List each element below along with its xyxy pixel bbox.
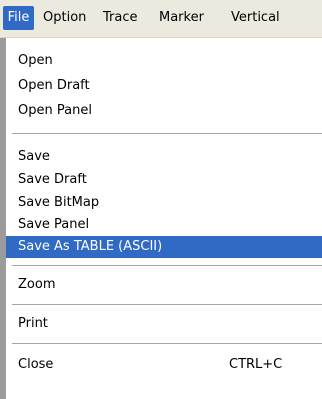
menu-file[interactable]: File xyxy=(3,6,34,30)
menu-marker[interactable]: Marker xyxy=(159,6,204,30)
menu-item-open-draft[interactable]: Open Draft xyxy=(6,75,322,97)
menu-item-print[interactable]: Print xyxy=(6,313,322,335)
menu-item-open-panel[interactable]: Open Panel xyxy=(6,100,322,122)
menu-item-save-panel[interactable]: Save Panel xyxy=(6,214,322,236)
application-window: File Option Trace Marker Vertical Open O… xyxy=(0,0,322,399)
menu-separator xyxy=(12,343,322,344)
menu-item-label: Close xyxy=(18,357,54,372)
menu-separator xyxy=(12,304,322,305)
menu-item-label: Save Panel xyxy=(18,217,90,232)
menu-separator xyxy=(12,265,322,266)
file-menu-dropdown: Open Open Draft Open Panel Save Save Dra… xyxy=(0,38,322,399)
menu-item-save-bitmap[interactable]: Save BitMap xyxy=(6,192,322,214)
menu-item-shortcut: CTRL+C xyxy=(229,357,283,372)
menu-item-save[interactable]: Save xyxy=(6,146,322,168)
menu-bar: File Option Trace Marker Vertical xyxy=(0,0,322,38)
menu-item-label: Save xyxy=(18,149,50,164)
menu-item-label: Save Draft xyxy=(18,172,87,187)
menu-item-label: Zoom xyxy=(18,277,56,292)
menu-option[interactable]: Option xyxy=(43,6,86,30)
menu-item-zoom[interactable]: Zoom xyxy=(6,274,322,296)
menu-item-label: Save As TABLE (ASCII) xyxy=(18,239,163,254)
menu-trace[interactable]: Trace xyxy=(103,6,138,30)
menu-item-save-draft[interactable]: Save Draft xyxy=(6,169,322,191)
menu-item-label: Open Panel xyxy=(18,103,92,118)
menu-item-close[interactable]: Close CTRL+C xyxy=(6,354,322,376)
menu-item-label: Open Draft xyxy=(18,78,90,93)
menu-separator xyxy=(12,133,322,134)
menu-item-label: Print xyxy=(18,316,48,331)
menu-item-save-as-table[interactable]: Save As TABLE (ASCII) xyxy=(6,236,322,258)
menu-item-label: Save BitMap xyxy=(18,195,100,210)
menu-vertical[interactable]: Vertical xyxy=(231,6,280,30)
menu-item-label: Open xyxy=(18,53,53,68)
menu-item-open[interactable]: Open xyxy=(6,50,322,72)
